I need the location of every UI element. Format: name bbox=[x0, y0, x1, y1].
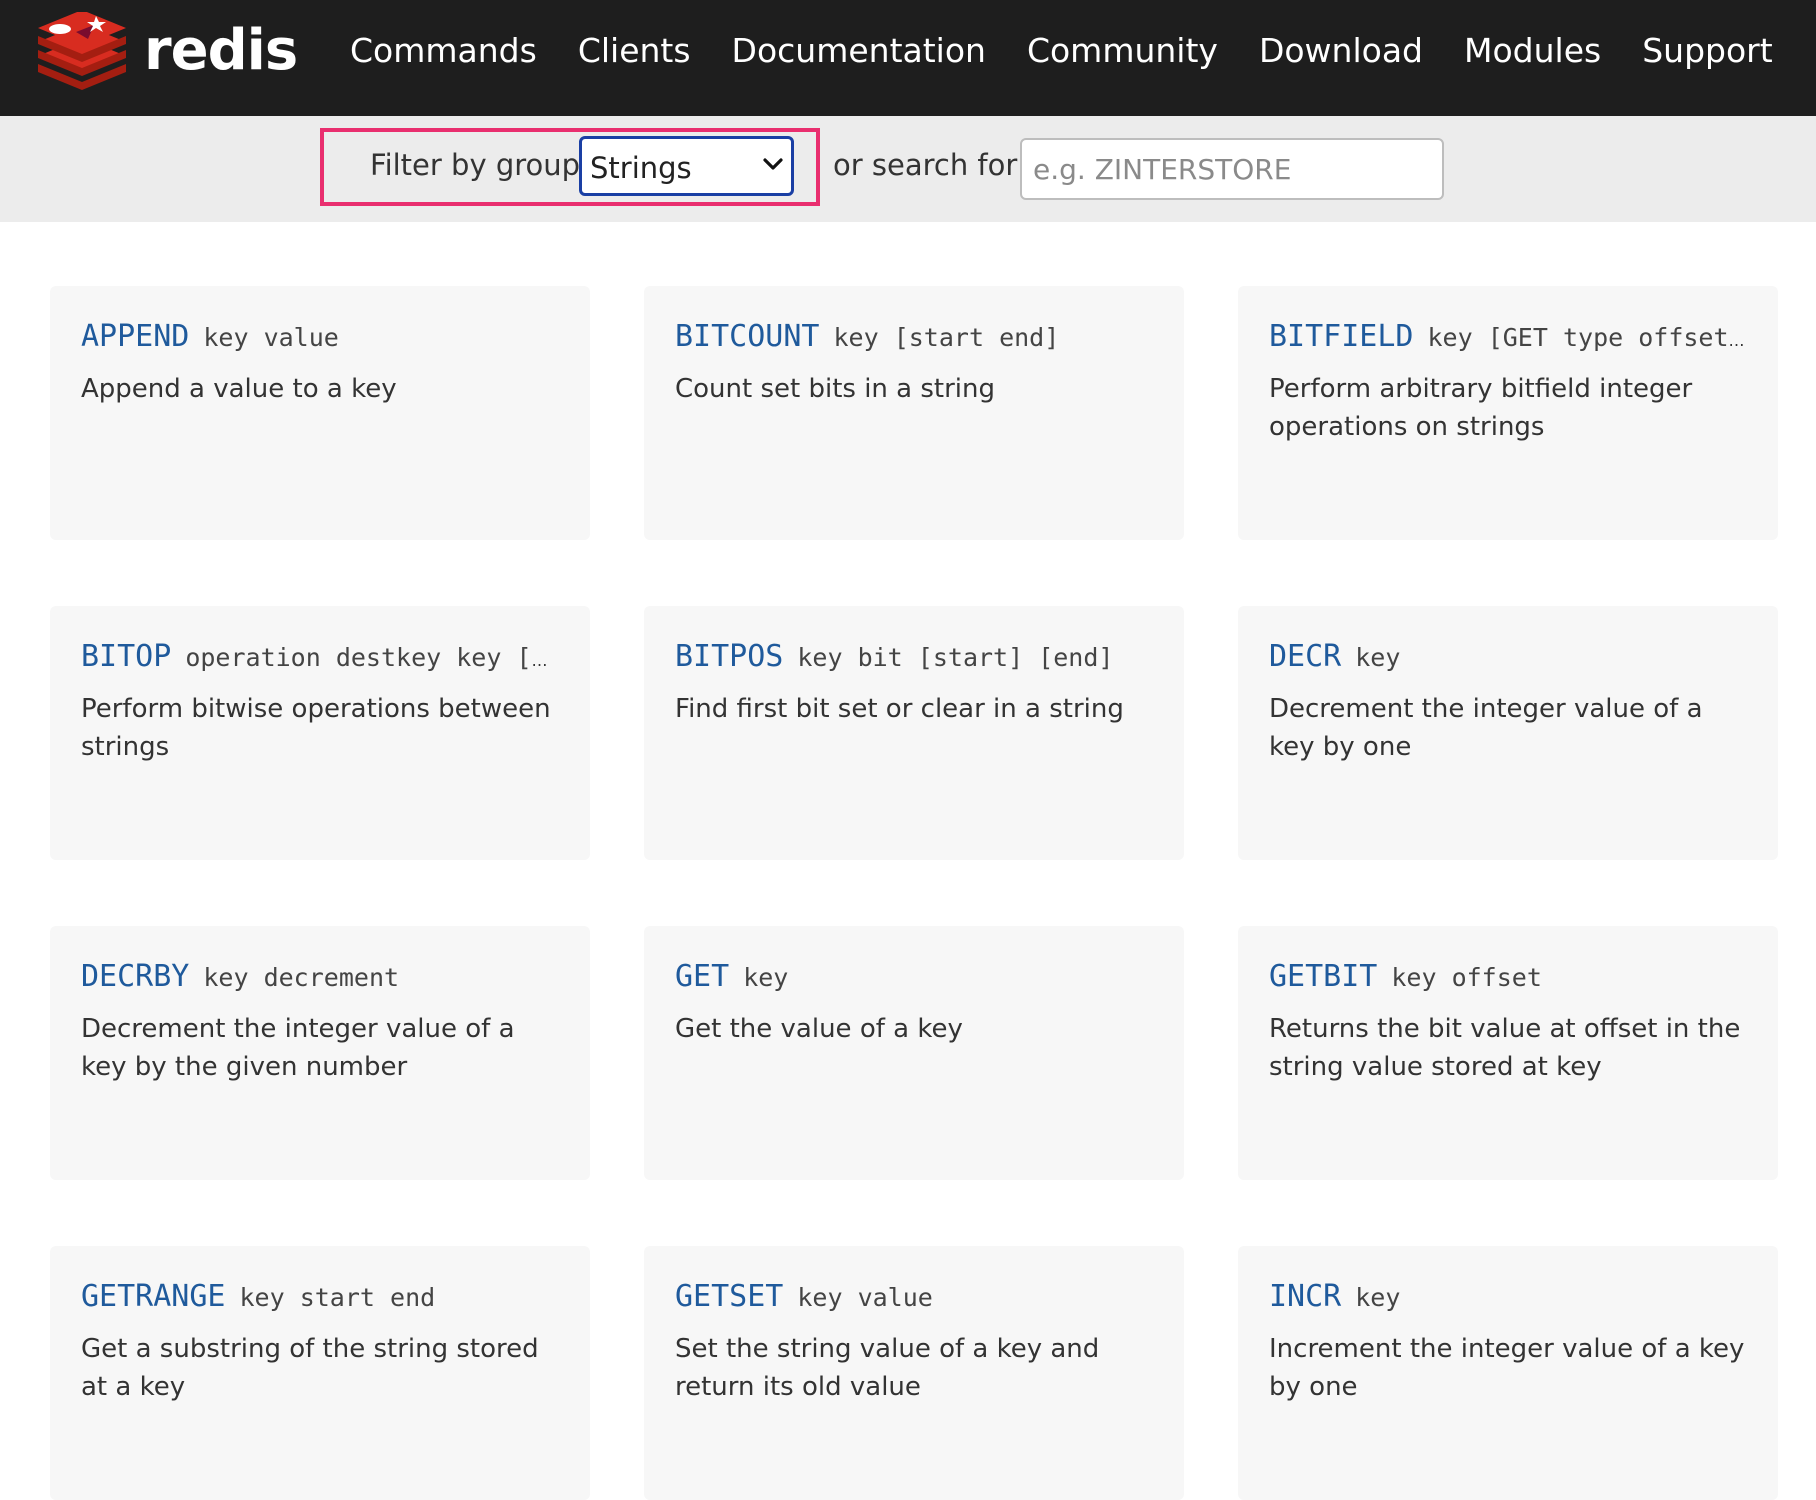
command-summary: Decrement the integer value of a key by … bbox=[1269, 694, 1703, 762]
filter-group-label: Filter by group: bbox=[370, 148, 590, 182]
command-summary: Set the string value of a key and return… bbox=[675, 1334, 1100, 1402]
command-name: APPEND bbox=[81, 320, 190, 354]
command-card[interactable]: DECR key Decrement the integer value of a… bbox=[1238, 606, 1778, 860]
command-name: DECRBY bbox=[81, 960, 190, 994]
nav-link-commands[interactable]: Commands bbox=[350, 31, 537, 70]
command-args: key [GET type offset]… bbox=[1427, 323, 1749, 352]
command-card[interactable]: BITOP operation destkey key [k… Perform b… bbox=[50, 606, 590, 860]
command-card[interactable]: BITCOUNT key [start end] Count set bits i… bbox=[644, 286, 1184, 540]
command-args: key bbox=[1355, 643, 1401, 672]
command-args: key value bbox=[797, 1283, 933, 1312]
command-summary: Increment the integer value of a key by … bbox=[1269, 1334, 1745, 1402]
command-args: key bbox=[1355, 1283, 1401, 1312]
command-name: GETBIT bbox=[1269, 960, 1378, 994]
command-card[interactable]: GETRANGE key start end Get a substring of… bbox=[50, 1246, 590, 1500]
command-card[interactable]: GETBIT key offset Returns the bit value a… bbox=[1238, 926, 1778, 1180]
command-name: GETRANGE bbox=[81, 1280, 226, 1314]
command-card[interactable]: APPEND key value Append a value to a key bbox=[50, 286, 590, 540]
command-summary: Returns the bit value at offset in the s… bbox=[1269, 1014, 1741, 1082]
command-name: GETSET bbox=[675, 1280, 784, 1314]
command-args: key value bbox=[203, 323, 339, 352]
command-args: key offset bbox=[1391, 963, 1542, 992]
command-summary: Get a substring of the string stored at … bbox=[81, 1334, 539, 1402]
command-name: GET bbox=[675, 960, 730, 994]
search-input[interactable] bbox=[1020, 138, 1444, 200]
nav-link-community[interactable]: Community bbox=[1027, 31, 1218, 70]
command-summary: Get the value of a key bbox=[675, 1014, 963, 1044]
command-grid: APPEND key value Append a value to a key … bbox=[50, 286, 1778, 1500]
nav-link-documentation[interactable]: Documentation bbox=[732, 31, 986, 70]
command-summary: Find first bit set or clear in a string bbox=[675, 694, 1124, 724]
redis-wordmark: redis bbox=[144, 18, 298, 83]
command-args: key start end bbox=[239, 1283, 436, 1312]
command-name: BITFIELD bbox=[1269, 320, 1414, 354]
command-name: BITPOS bbox=[675, 640, 784, 674]
nav-link-download[interactable]: Download bbox=[1259, 31, 1423, 70]
command-args: key [start end] bbox=[833, 323, 1060, 352]
filter-bar: Filter by group: Strings or search for: bbox=[0, 116, 1816, 222]
command-args: key decrement bbox=[203, 963, 400, 992]
command-card[interactable]: BITFIELD key [GET type offset]… Perform a… bbox=[1238, 286, 1778, 540]
command-name: BITCOUNT bbox=[675, 320, 820, 354]
command-summary: Perform bitwise operations between strin… bbox=[81, 694, 551, 762]
group-select[interactable]: Strings bbox=[579, 136, 794, 196]
command-name: BITOP bbox=[81, 640, 172, 674]
command-summary: Decrement the integer value of a key by … bbox=[81, 1014, 515, 1082]
command-card[interactable]: DECRBY key decrement Decrement the intege… bbox=[50, 926, 590, 1180]
command-card[interactable]: INCR key Increment the integer value of a… bbox=[1238, 1246, 1778, 1500]
command-card[interactable]: GET key Get the value of a key bbox=[644, 926, 1184, 1180]
command-summary: Count set bits in a string bbox=[675, 374, 996, 404]
chevron-down-icon bbox=[763, 158, 783, 170]
command-args: key bit [start] [end] bbox=[797, 643, 1114, 672]
main-nav: Commands Clients Documentation Community… bbox=[350, 0, 1814, 100]
top-navigation-bar: redis Commands Clients Documentation Com… bbox=[0, 0, 1816, 116]
group-select-value: Strings bbox=[590, 151, 692, 185]
command-summary: Perform arbitrary bitfield integer opera… bbox=[1269, 374, 1693, 442]
nav-link-modules[interactable]: Modules bbox=[1464, 31, 1601, 70]
command-card[interactable]: GETSET key value Set the string value of … bbox=[644, 1246, 1184, 1500]
command-name: INCR bbox=[1269, 1280, 1342, 1314]
command-args: operation destkey key [k… bbox=[185, 643, 560, 672]
nav-link-clients[interactable]: Clients bbox=[578, 31, 691, 70]
redis-logo[interactable]: redis bbox=[36, 12, 298, 92]
command-card[interactable]: BITPOS key bit [start] [end] Find first b… bbox=[644, 606, 1184, 860]
redis-cube-logo-icon bbox=[38, 12, 126, 90]
search-label: or search for: bbox=[833, 148, 1027, 182]
command-summary: Append a value to a key bbox=[81, 374, 397, 404]
command-name: DECR bbox=[1269, 640, 1342, 674]
nav-link-support[interactable]: Support bbox=[1642, 31, 1772, 70]
command-args: key bbox=[743, 963, 789, 992]
